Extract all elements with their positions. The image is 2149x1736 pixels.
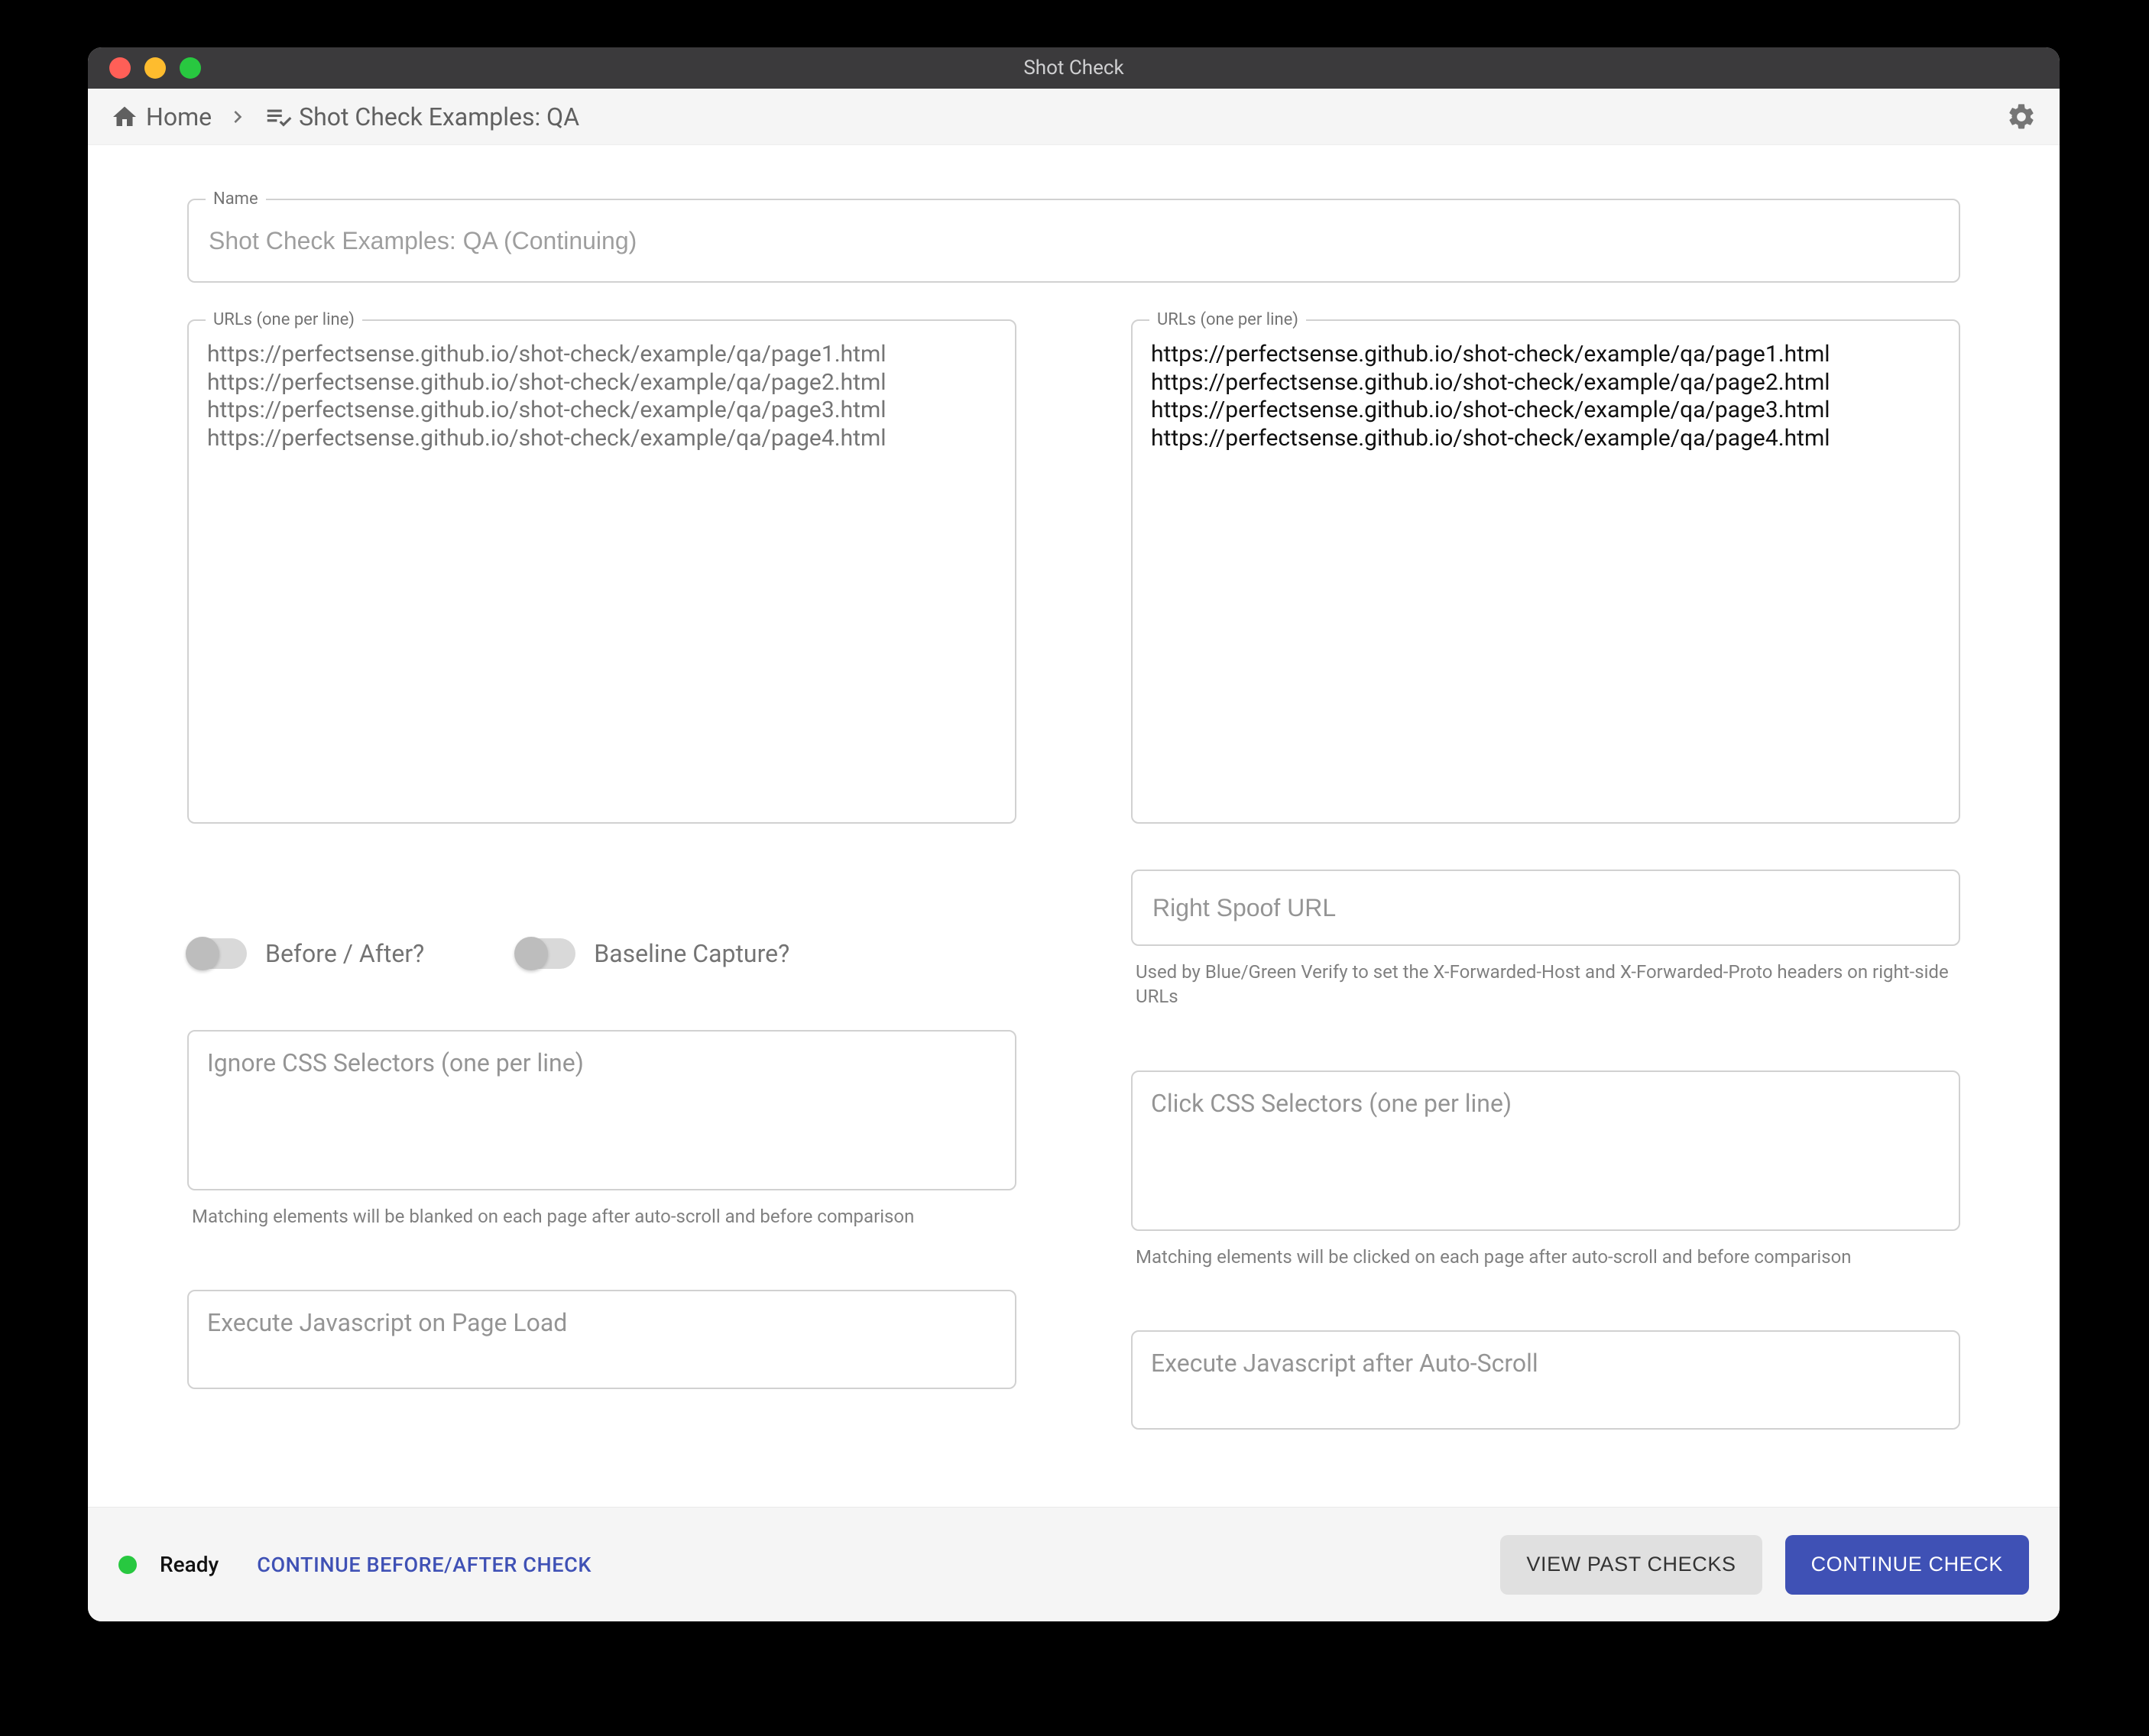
- right-urls-textarea[interactable]: [1133, 321, 1959, 822]
- name-label: Name: [206, 189, 266, 209]
- window-title: Shot Check: [1023, 57, 1123, 79]
- chevron-right-icon: [225, 105, 250, 129]
- exec-afterscroll-textarea[interactable]: [1133, 1332, 1959, 1428]
- exec-onload-textarea[interactable]: [189, 1291, 1015, 1388]
- breadcrumb-current-label: Shot Check Examples: QA: [299, 102, 579, 131]
- ignore-selectors-helper: Matching elements will be blanked on eac…: [187, 1204, 1016, 1229]
- right-urls-field: URLs (one per line): [1131, 319, 1960, 824]
- exec-onload-field: [187, 1290, 1016, 1389]
- home-icon: [111, 103, 138, 131]
- footer-bar: Ready CONTINUE BEFORE/AFTER CHECK VIEW P…: [88, 1507, 2060, 1621]
- breadcrumb-home-label: Home: [146, 102, 212, 131]
- click-selectors-field: [1131, 1070, 1960, 1231]
- toggle-switch-icon: [187, 938, 247, 969]
- exec-afterscroll-field: [1131, 1330, 1960, 1430]
- ignore-selectors-textarea[interactable]: [189, 1032, 1015, 1189]
- status-indicator-icon: [118, 1556, 137, 1574]
- left-urls-label: URLs (one per line): [206, 310, 362, 329]
- spoof-url-input[interactable]: [1133, 871, 1959, 944]
- app-window: Shot Check Home Shot Check Examples: QA …: [88, 47, 2060, 1621]
- gear-icon: [2006, 102, 2037, 132]
- breadcrumb-current[interactable]: Shot Check Examples: QA: [264, 102, 579, 131]
- click-selectors-textarea[interactable]: [1133, 1072, 1959, 1229]
- name-field: Name: [187, 199, 1960, 283]
- left-urls-textarea[interactable]: [189, 321, 1015, 822]
- window-controls: [109, 57, 201, 79]
- before-after-toggle[interactable]: Before / After?: [187, 938, 424, 969]
- before-after-label: Before / After?: [265, 939, 424, 968]
- settings-button[interactable]: [2006, 102, 2037, 132]
- form-content: Name URLs (one per line) Before / After?…: [88, 145, 2060, 1507]
- click-selectors-helper: Matching elements will be clicked on eac…: [1131, 1245, 1960, 1269]
- status-text: Ready: [160, 1552, 219, 1577]
- continue-before-after-link[interactable]: CONTINUE BEFORE/AFTER CHECK: [257, 1553, 592, 1577]
- continue-check-button[interactable]: CONTINUE CHECK: [1785, 1535, 2029, 1595]
- ignore-selectors-field: [187, 1030, 1016, 1190]
- right-urls-label: URLs (one per line): [1149, 310, 1306, 329]
- baseline-capture-label: Baseline Capture?: [594, 939, 789, 968]
- view-past-checks-button[interactable]: VIEW PAST CHECKS: [1500, 1535, 1762, 1595]
- maximize-window-button[interactable]: [180, 57, 201, 79]
- titlebar: Shot Check: [88, 47, 2060, 89]
- breadcrumb-home[interactable]: Home: [111, 102, 212, 131]
- spoof-url-field: [1131, 870, 1960, 946]
- left-urls-field: URLs (one per line): [187, 319, 1016, 824]
- minimize-window-button[interactable]: [144, 57, 166, 79]
- toggle-switch-icon: [516, 938, 575, 969]
- close-window-button[interactable]: [109, 57, 131, 79]
- playlist-check-icon: [264, 102, 293, 131]
- spoof-url-helper: Used by Blue/Green Verify to set the X-F…: [1131, 960, 1960, 1009]
- breadcrumb-bar: Home Shot Check Examples: QA: [88, 89, 2060, 145]
- baseline-capture-toggle[interactable]: Baseline Capture?: [516, 938, 789, 969]
- name-input[interactable]: [189, 200, 1959, 281]
